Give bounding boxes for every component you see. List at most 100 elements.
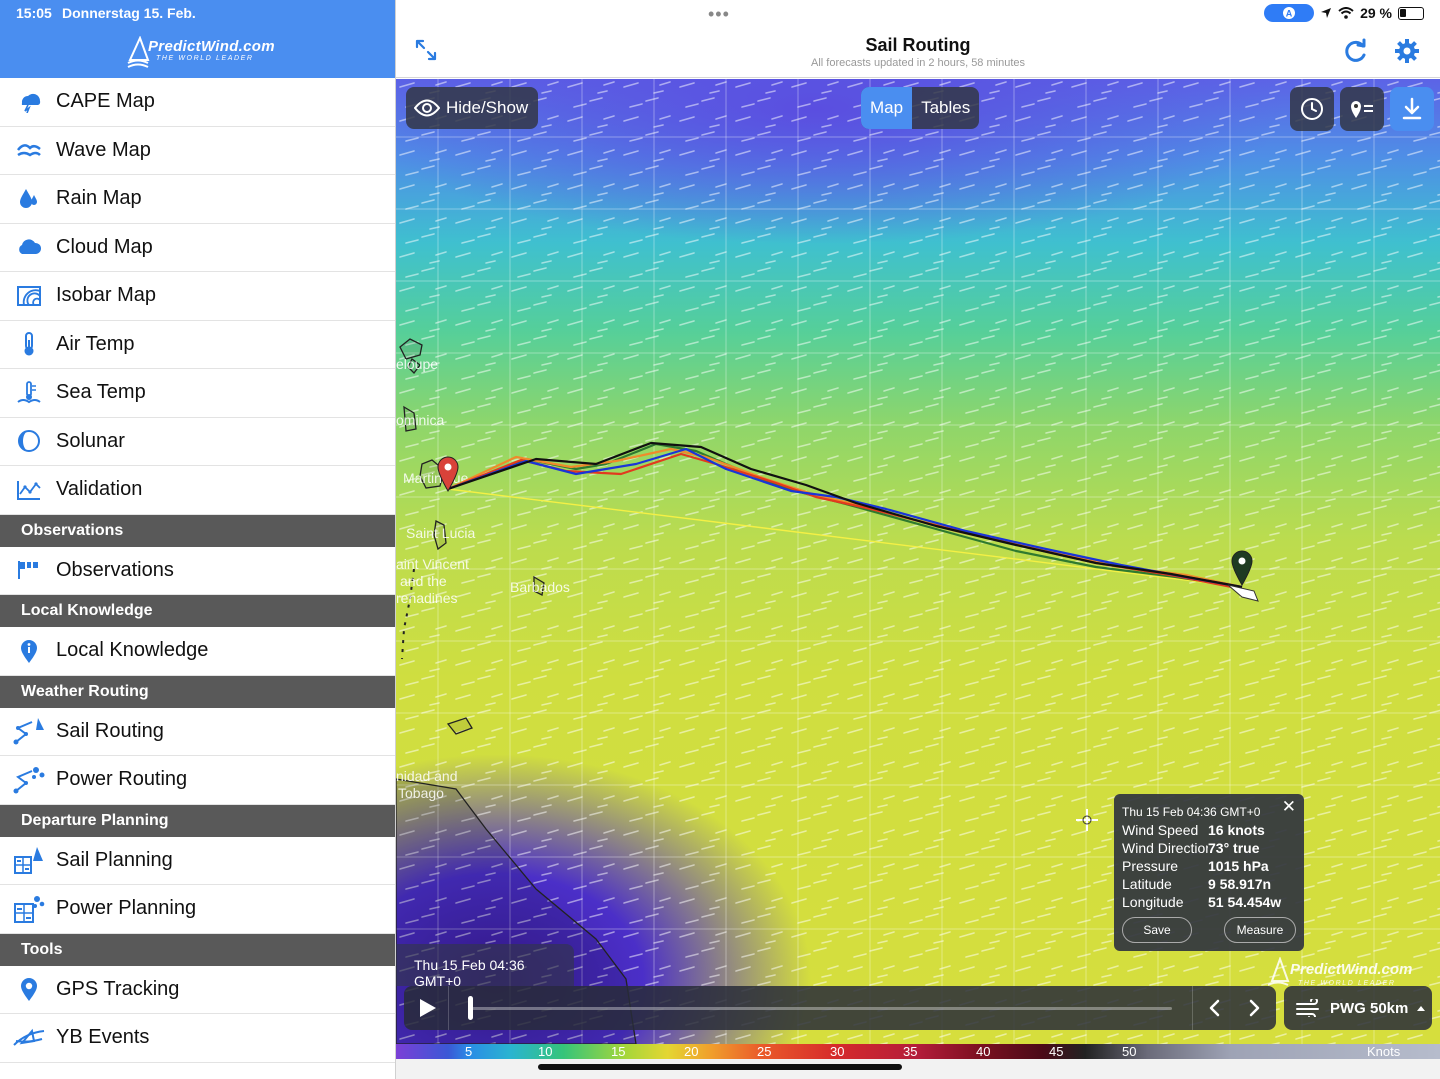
location-badge-letter: A [1286, 9, 1293, 19]
wind-icon [1296, 999, 1319, 1017]
sidebar-item-observations[interactable]: Observations [0, 547, 395, 595]
clock-icon[interactable] [1290, 87, 1334, 131]
popup-key: Wind Direction [1122, 840, 1208, 856]
eye-icon [414, 99, 440, 117]
isobar-map-icon [0, 285, 56, 307]
location-arrow-icon [1321, 8, 1332, 18]
page-subtitle: All forecasts updated in 2 hours, 58 min… [810, 57, 1025, 69]
scale-unit: Knots [1367, 1044, 1401, 1059]
refresh-icon[interactable] [1344, 38, 1368, 69]
sidebar-item-wave-map[interactable]: Wave Map [0, 127, 395, 175]
gear-icon[interactable] [1394, 38, 1420, 69]
moon-icon [0, 429, 56, 453]
label-guadeloupe: eloupe [396, 356, 438, 372]
popup-key: Wind Speed [1122, 822, 1199, 838]
popup-key: Longitude [1122, 894, 1184, 910]
sidebar-item-power-planning[interactable]: Power Planning [0, 885, 395, 934]
navigation-badge-icon: A [1283, 7, 1296, 19]
sidebar-item-label: Air Temp [56, 332, 135, 355]
yb-events-icon [0, 1027, 56, 1049]
sidebar-item-rain-map[interactable]: Rain Map [0, 175, 395, 224]
sidebar-item-sail-routing[interactable]: Sail Routing [0, 708, 395, 756]
section-header-departure-planning: Departure Planning [0, 804, 395, 837]
measure-button[interactable]: Measure [1224, 917, 1296, 943]
multitask-dots-icon[interactable]: ••• [708, 4, 730, 25]
popup-value: 9 58.917n [1208, 876, 1272, 892]
sidebar-item-solunar[interactable]: Solunar [0, 418, 395, 466]
wind-map[interactable]: eloupe ominica Martinique Saint Lucia ai… [396, 79, 1440, 1044]
label-dominica: ominica [396, 412, 444, 428]
power-planning-icon [0, 894, 56, 924]
sidebar-item-label: Power Routing [56, 768, 188, 791]
scale-tick: 5 [465, 1044, 473, 1059]
sidebar-item-cloud-map[interactable]: Cloud Map [0, 224, 395, 272]
hide-show-label: Hide/Show [446, 98, 529, 117]
sidebar-item-power-routing[interactable]: Power Routing [0, 756, 395, 805]
section-header-tools: Tools [0, 933, 395, 966]
label-tobago: Tobago [398, 785, 444, 801]
model-selector-button[interactable]: PWG 50km [1284, 986, 1432, 1030]
sidebar-item-isobar-map[interactable]: Isobar Map [0, 272, 395, 321]
thermometer-icon [0, 331, 56, 357]
page-title: Sail Routing [865, 35, 971, 55]
status-time: 15:05 [16, 5, 52, 21]
home-indicator[interactable] [538, 1064, 902, 1070]
route-list-icon[interactable] [1340, 87, 1384, 131]
tab-tables[interactable]: Tables [912, 87, 979, 129]
tab-map[interactable]: Map [861, 87, 913, 129]
predictwind-logo-icon [127, 36, 150, 68]
sidebar-item-gps-tracking[interactable]: GPS Tracking [0, 966, 395, 1014]
close-icon[interactable]: ✕ [1282, 797, 1296, 817]
label-grenadines: renadines [396, 590, 458, 606]
sail-routing-icon [0, 716, 56, 746]
timeline-thumb[interactable] [468, 996, 473, 1020]
scale-tick: 25 [757, 1044, 772, 1059]
power-routing-icon [0, 765, 56, 795]
sidebar-item-label: Sail Planning [56, 848, 173, 871]
scale-tick: 35 [903, 1044, 918, 1059]
label-trinidad: nidad and [396, 768, 458, 784]
model-label: PWG 50km [1330, 999, 1409, 1017]
main-panel: ••• A 29 % Sail Routing All forecasts up… [396, 0, 1440, 1079]
chevron-right-icon[interactable] [1234, 986, 1276, 1030]
label-and-the: and the [400, 573, 447, 589]
sidebar-item-label: Sail Routing [56, 719, 164, 742]
popup-row-pressure: Pressure 1015 hPa [1122, 858, 1269, 874]
timeline-track[interactable] [472, 1007, 1172, 1010]
sidebar-item-yb-events[interactable]: YB Events [0, 1014, 395, 1063]
sidebar: 15:05 Donnerstag 15. Feb. PredictWind.co… [0, 0, 396, 1079]
status-date: Donnerstag 15. Feb. [62, 5, 196, 21]
sidebar-item-validation[interactable]: Validation [0, 466, 395, 515]
hide-show-button[interactable]: Hide/Show [406, 87, 538, 129]
wifi-icon [1338, 7, 1354, 19]
sidebar-item-sea-temp[interactable]: Sea Temp [0, 369, 395, 418]
sidebar-item-label: GPS Tracking [56, 977, 180, 1000]
popup-row-latitude: Latitude 9 58.917n [1122, 876, 1271, 892]
sea-temp-icon [0, 380, 56, 406]
sidebar-item-sail-planning[interactable]: Sail Planning [0, 837, 395, 885]
cloud-map-icon [0, 238, 56, 256]
sidebar-item-cape-map[interactable]: CAPE Map [0, 78, 395, 127]
sidebar-item-local-knowledge[interactable]: Local Knowledge [0, 627, 395, 676]
label-barbados: Barbados [510, 579, 570, 595]
scale-tick: 40 [976, 1044, 991, 1059]
play-icon[interactable] [416, 997, 438, 1024]
brand-logo: PredictWind.com THE WORLD LEADER [126, 36, 276, 68]
popup-key: Pressure [1122, 858, 1179, 874]
popup-value: 1015 hPa [1208, 858, 1269, 874]
brand-name: PredictWind.com [148, 38, 275, 55]
popup-timestamp: Thu 15 Feb 04:36 GMT+0 [1122, 805, 1261, 819]
save-button[interactable]: Save [1122, 917, 1192, 943]
download-icon[interactable] [1390, 87, 1434, 131]
popup-value: 51 54.454w [1208, 894, 1282, 910]
view-toggle: Map Tables [861, 87, 980, 129]
battery-icon [1398, 6, 1424, 20]
caret-up-icon [1417, 1006, 1426, 1011]
sidebar-item-label: Validation [56, 478, 143, 501]
point-info-popup: Thu 15 Feb 04:36 GMT+0 ✕ Wind Speed 16 kn… [1114, 794, 1304, 951]
cape-map-icon [0, 91, 56, 113]
sidebar-item-air-temp[interactable]: Air Temp [0, 321, 395, 369]
chevron-left-icon[interactable] [1192, 986, 1234, 1030]
scale-tick: 15 [611, 1044, 626, 1059]
popup-row-longitude: Longitude 51 54.454w [1122, 894, 1281, 910]
